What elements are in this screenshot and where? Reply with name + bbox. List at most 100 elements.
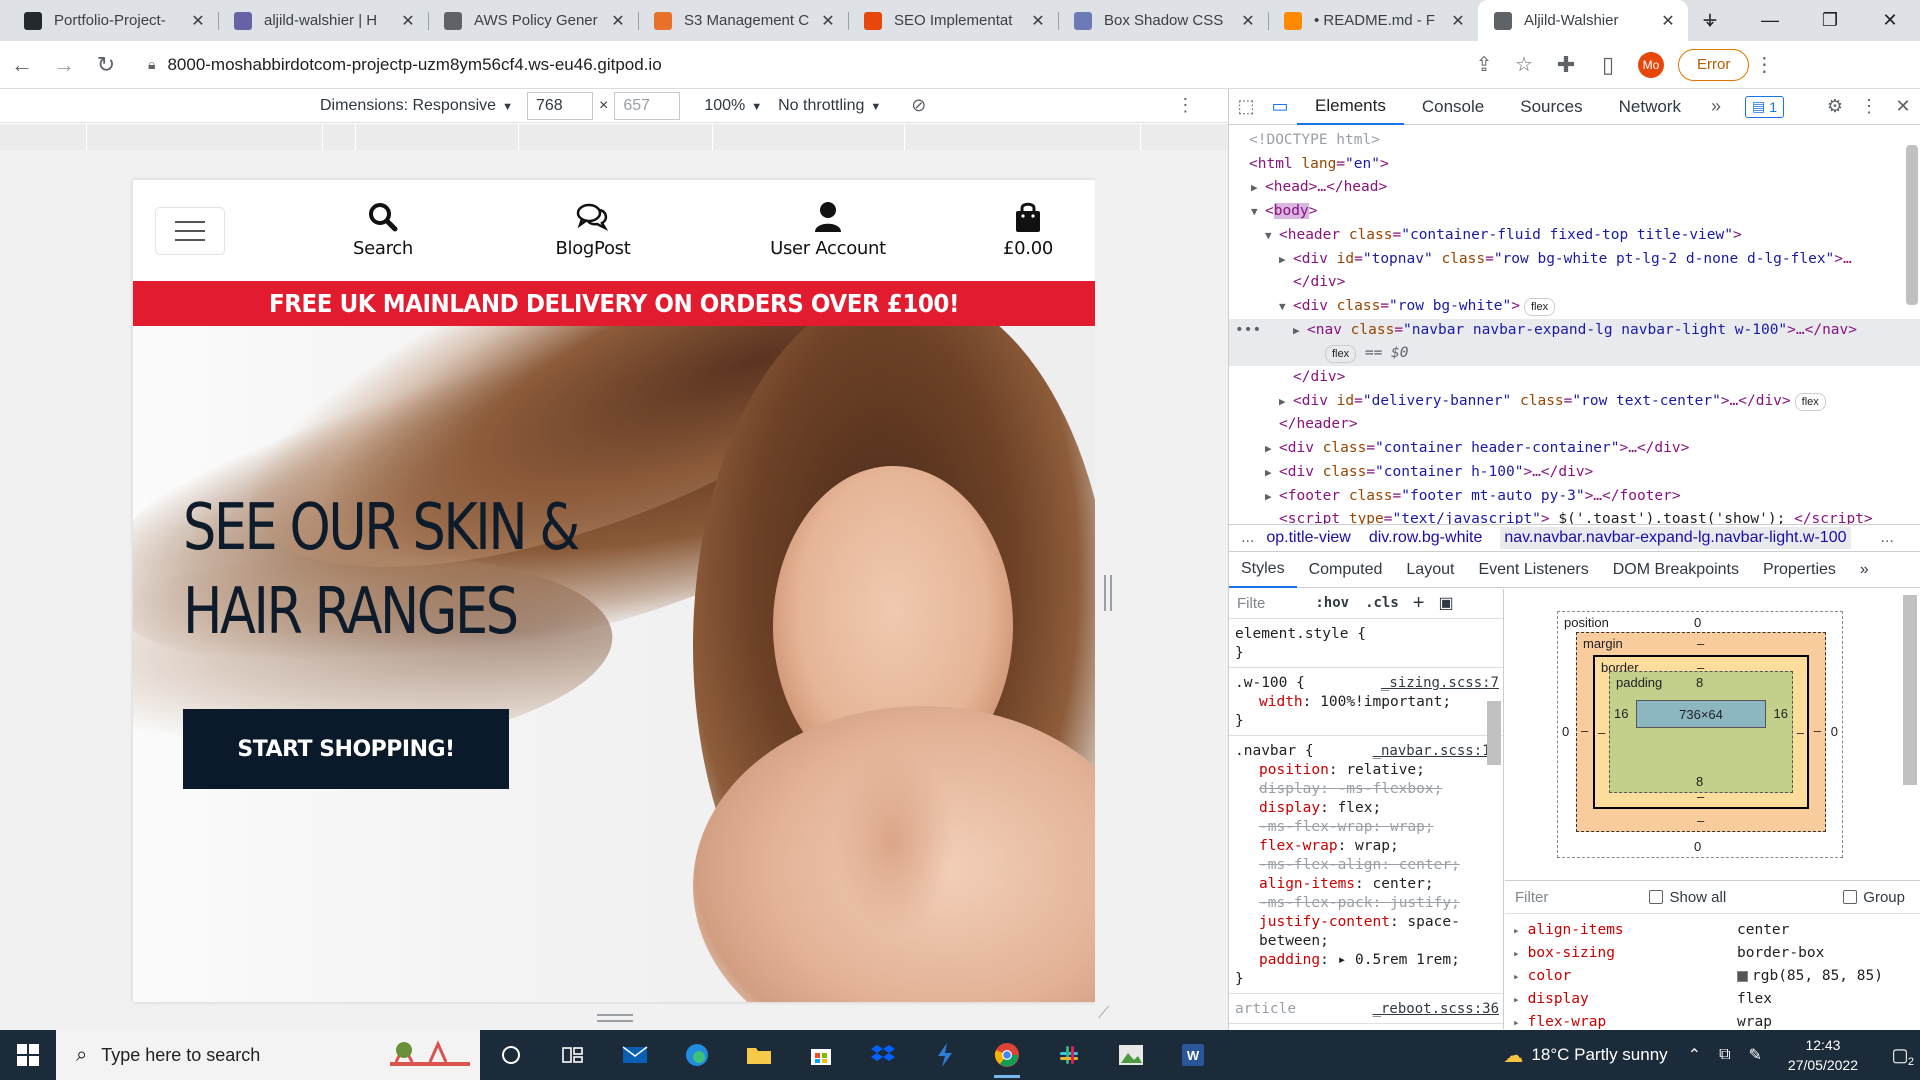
- padding-left-value[interactable]: 16: [1614, 706, 1628, 721]
- dom-line-topnav[interactable]: ▶ <div id="topnav" class="row bg-white pt…: [1229, 248, 1920, 272]
- windows-start-button[interactable]: [0, 1030, 56, 1080]
- cls-toggle[interactable]: .cls: [1365, 594, 1399, 613]
- device-more-icon[interactable]: ⋮: [1176, 95, 1194, 116]
- clock[interactable]: 12:43 27/05/2022: [1788, 1035, 1858, 1075]
- flex-badge[interactable]: flex: [1524, 297, 1556, 316]
- tab-network[interactable]: Network: [1601, 89, 1699, 125]
- computed-row[interactable]: box-sizingborder-box: [1505, 942, 1920, 965]
- dom-line-nav-selected[interactable]: ••• ▶ <nav class="navbar navbar-expand-lg …: [1229, 318, 1920, 343]
- subtab-layout[interactable]: Layout: [1394, 552, 1466, 588]
- css-property[interactable]: width: 100%!important;: [1235, 693, 1497, 712]
- dom-line-row[interactable]: ▼ <div class="row bg-white"> flex: [1229, 295, 1920, 319]
- rule-source-link[interactable]: _navbar.scss:19: [1373, 742, 1499, 761]
- toggle-sidebar-icon[interactable]: ▣: [1438, 594, 1453, 613]
- close-tab-icon[interactable]: ✕: [818, 11, 838, 31]
- dom-line-head[interactable]: ▶ <head>…</head>: [1229, 176, 1920, 200]
- error-button[interactable]: Error: [1678, 48, 1750, 81]
- dom-line-header-close[interactable]: </header>: [1229, 413, 1920, 437]
- collapse-arrow-icon[interactable]: ▼: [1279, 295, 1293, 319]
- close-tab-icon[interactable]: ✕: [398, 11, 418, 31]
- computed-row[interactable]: align-itemscenter: [1505, 919, 1920, 942]
- css-property[interactable]: -ms-flex-pack: justify;: [1235, 894, 1497, 913]
- computed-row[interactable]: displayflex: [1505, 988, 1920, 1011]
- photo-editor-icon[interactable]: [1100, 1030, 1162, 1080]
- browser-tab[interactable]: Aljild-Walshier ✕: [1478, 0, 1688, 41]
- extensions-icon[interactable]: ✚: [1546, 45, 1586, 85]
- expand-arrow-icon[interactable]: ▶: [1265, 437, 1279, 461]
- dom-line-row-close[interactable]: </div>: [1229, 366, 1920, 390]
- subtab-computed[interactable]: Computed: [1297, 552, 1395, 588]
- media-query-bar[interactable]: [0, 124, 1228, 150]
- file-explorer-icon[interactable]: [728, 1030, 790, 1080]
- width-input[interactable]: 768: [526, 91, 593, 120]
- devtools-menu-icon[interactable]: ⋮: [1852, 96, 1886, 117]
- breadcrumb-current[interactable]: nav.navbar.navbar-expand-lg.navbar-light…: [1500, 527, 1851, 549]
- breadcrumb-item[interactable]: op.title-view: [1266, 529, 1350, 547]
- start-shopping-button[interactable]: START SHOPPING!: [183, 709, 509, 789]
- subtab-dom-breakpoints[interactable]: DOM Breakpoints: [1601, 552, 1751, 588]
- edge-browser-icon[interactable]: [666, 1030, 728, 1080]
- css-property[interactable]: padding: ▸ 0.5rem 1rem;: [1235, 951, 1497, 970]
- slack-icon[interactable]: [1038, 1030, 1100, 1080]
- expand-arrow-icon[interactable]: ▶: [1265, 485, 1279, 509]
- close-window-button[interactable]: ✕: [1860, 0, 1920, 41]
- rule-element-style[interactable]: element.style { }: [1229, 619, 1503, 668]
- add-rule-icon[interactable]: +: [1413, 593, 1425, 613]
- computed-row[interactable]: color rgb(85, 85, 85): [1505, 965, 1920, 988]
- position-top-value[interactable]: 0: [1694, 615, 1701, 630]
- padding-right-value[interactable]: 16: [1774, 706, 1788, 721]
- minimize-button[interactable]: —: [1740, 0, 1800, 41]
- dom-line-footer[interactable]: ▶ <footer class="footer mt-auto py-3">…</…: [1229, 485, 1920, 509]
- position-left-value[interactable]: 0: [1562, 724, 1569, 739]
- computed-scrollbar[interactable]: [1903, 595, 1917, 785]
- powerautomate-icon[interactable]: [914, 1030, 976, 1080]
- color-swatch-icon[interactable]: [1737, 970, 1748, 982]
- word-icon[interactable]: W: [1162, 1030, 1224, 1080]
- dom-line-nav-badges[interactable]: flex == $0: [1229, 342, 1920, 367]
- weather-widget[interactable]: ☁ 18°C Partly sunny: [1503, 1043, 1667, 1068]
- close-tab-icon[interactable]: ✕: [1238, 11, 1258, 31]
- close-tab-icon[interactable]: ✕: [188, 11, 208, 31]
- notifications-icon[interactable]: ▢ 2: [1880, 1045, 1920, 1068]
- close-tab-icon[interactable]: ✕: [1028, 11, 1048, 31]
- margin-top-value[interactable]: –: [1697, 636, 1704, 651]
- hamburger-menu-button[interactable]: [155, 207, 225, 255]
- network-icon[interactable]: ⧉: [1719, 1046, 1730, 1064]
- flex-badge[interactable]: flex: [1794, 392, 1826, 411]
- css-property[interactable]: -ms-flex-align: center;: [1235, 856, 1497, 875]
- bookmark-star-icon[interactable]: ☆: [1504, 52, 1544, 77]
- tab-search-icon[interactable]: ⌄: [1680, 0, 1740, 41]
- collapse-arrow-icon[interactable]: ▼: [1265, 224, 1279, 248]
- css-property[interactable]: align-items: center;: [1235, 875, 1497, 894]
- reload-button[interactable]: ↻: [86, 45, 126, 85]
- dom-line-delivery-banner[interactable]: ▶ <div id="delivery-banner" class="row te…: [1229, 390, 1920, 414]
- nav-user-account[interactable]: User Account: [743, 200, 913, 259]
- close-tab-icon[interactable]: ✕: [1658, 11, 1678, 31]
- dom-line-options-icon[interactable]: •••: [1235, 319, 1261, 343]
- back-button[interactable]: ←: [2, 45, 42, 85]
- css-property[interactable]: -ms-flex-wrap: wrap;: [1235, 818, 1497, 837]
- task-view-icon[interactable]: [480, 1030, 542, 1080]
- nav-search[interactable]: Search: [323, 200, 443, 259]
- subtab-styles[interactable]: Styles: [1229, 552, 1297, 588]
- dom-scrollbar[interactable]: [1906, 145, 1918, 305]
- flex-badge[interactable]: flex: [1325, 345, 1357, 364]
- resize-corner-icon[interactable]: ⟋: [1098, 1005, 1109, 1023]
- dom-line-body[interactable]: ▼ <body>: [1229, 200, 1920, 224]
- browser-menu-icon[interactable]: ⋮: [1749, 52, 1779, 77]
- browser-tab[interactable]: • README.md - F ✕: [1268, 0, 1478, 41]
- group-checkbox[interactable]: Group: [1843, 889, 1905, 906]
- css-property[interactable]: display: -ms-flexbox;: [1235, 780, 1497, 799]
- browser-tab[interactable]: AWS Policy Gener ✕: [428, 0, 638, 41]
- more-subtabs-icon[interactable]: »: [1848, 552, 1881, 588]
- close-tab-icon[interactable]: ✕: [608, 11, 628, 31]
- chrome-browser-icon[interactable]: [976, 1030, 1038, 1080]
- share-icon[interactable]: ⇪: [1464, 52, 1504, 77]
- maximize-button[interactable]: ❐: [1800, 0, 1860, 41]
- expand-arrow-icon[interactable]: ▶: [1265, 461, 1279, 485]
- expand-arrow-icon[interactable]: ▶: [1293, 319, 1307, 343]
- breadcrumb-more[interactable]: ...: [1241, 529, 1254, 547]
- profile-avatar[interactable]: Mo: [1638, 51, 1664, 78]
- dropbox-icon[interactable]: [852, 1030, 914, 1080]
- mail-app-icon[interactable]: [604, 1030, 666, 1080]
